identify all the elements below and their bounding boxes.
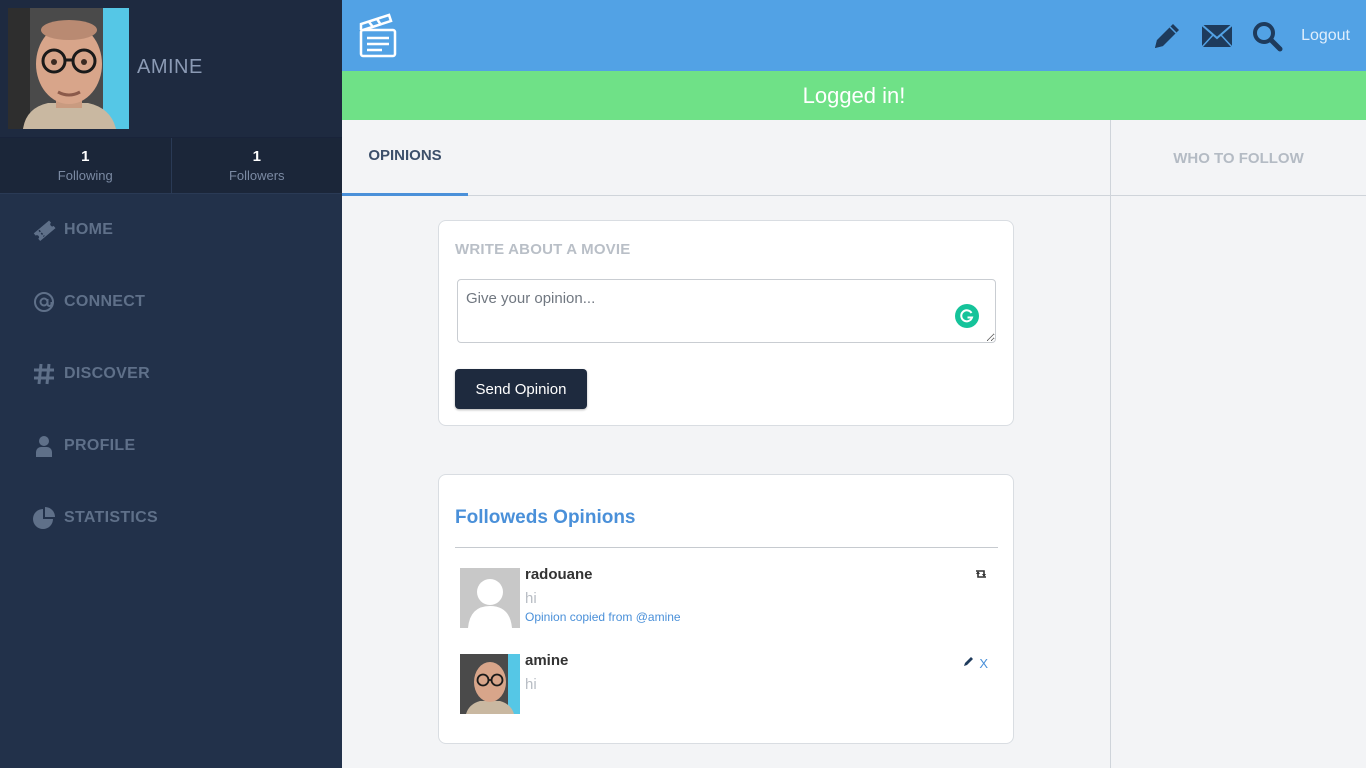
logout-link[interactable]: Logout bbox=[1301, 27, 1350, 45]
sidebar-item-label: DISCOVER bbox=[64, 365, 150, 382]
profile-header: AMINE bbox=[0, 0, 342, 138]
following-label: Following bbox=[57, 168, 113, 183]
following-count: 1 bbox=[81, 148, 90, 165]
grammarly-icon[interactable] bbox=[955, 304, 979, 328]
edit-icon[interactable] bbox=[963, 654, 975, 672]
pie-chart-icon bbox=[32, 506, 56, 530]
avatar[interactable] bbox=[8, 8, 129, 129]
user-icon bbox=[32, 434, 56, 458]
compose-title: WRITE ABOUT A MOVIE bbox=[455, 241, 631, 258]
post-author[interactable]: radouane bbox=[525, 566, 593, 583]
column-divider bbox=[1110, 120, 1111, 768]
compose-card: WRITE ABOUT A MOVIE Send Opinion bbox=[438, 220, 1014, 426]
sidebar-item-label: CONNECT bbox=[64, 293, 146, 310]
topbar: Logout bbox=[342, 0, 1366, 71]
opinion-input[interactable] bbox=[457, 279, 996, 343]
status-banner: Logged in! bbox=[342, 71, 1366, 120]
sidebar-item-statistics[interactable]: STATISTICS bbox=[0, 482, 342, 554]
sidebar: AMINE 1 Following 1 Followers HOME CONNE… bbox=[0, 0, 342, 768]
opinions-tab-bar: OPINIONS bbox=[342, 120, 1110, 196]
pencil-icon[interactable] bbox=[1151, 20, 1183, 52]
ticket-icon bbox=[32, 218, 56, 242]
tab-opinions[interactable]: OPINIONS bbox=[342, 120, 468, 196]
copied-from-note[interactable]: Opinion copied from @amine bbox=[525, 610, 681, 624]
sidebar-item-connect[interactable]: CONNECT bbox=[0, 266, 342, 338]
list-item: amine hi X bbox=[460, 652, 996, 716]
post-actions: X bbox=[963, 654, 988, 672]
delete-button[interactable]: X bbox=[979, 656, 988, 671]
avatar[interactable] bbox=[460, 654, 520, 714]
sidebar-item-discover[interactable]: DISCOVER bbox=[0, 338, 342, 410]
repost-icon[interactable] bbox=[974, 568, 988, 580]
at-icon bbox=[32, 290, 56, 314]
feed-title: Followeds Opinions bbox=[455, 507, 636, 528]
who-to-follow-heading: WHO TO FOLLOW bbox=[1111, 120, 1366, 196]
sidebar-item-profile[interactable]: PROFILE bbox=[0, 410, 342, 482]
post-text: hi bbox=[525, 676, 537, 693]
username: AMINE bbox=[137, 56, 203, 78]
follow-stats: 1 Following 1 Followers bbox=[0, 138, 342, 194]
feed-divider bbox=[455, 547, 998, 548]
followers-stat[interactable]: 1 Followers bbox=[172, 138, 343, 193]
topbar-actions: Logout bbox=[1133, 0, 1350, 71]
send-opinion-button[interactable]: Send Opinion bbox=[455, 369, 587, 409]
sidebar-item-label: HOME bbox=[64, 221, 114, 238]
hash-icon bbox=[32, 362, 56, 386]
followers-count: 1 bbox=[252, 148, 261, 165]
sidebar-item-label: STATISTICS bbox=[64, 509, 158, 526]
following-stat[interactable]: 1 Following bbox=[0, 138, 172, 193]
clapperboard-icon[interactable] bbox=[358, 10, 398, 65]
search-icon[interactable] bbox=[1251, 20, 1283, 52]
feed-card: Followeds Opinions radouane hi Opinion c… bbox=[438, 474, 1014, 744]
sidebar-nav: HOME CONNECT DISCOVER PROFILE STATISTICS bbox=[0, 194, 342, 554]
post-text: hi bbox=[525, 590, 537, 607]
sidebar-item-label: PROFILE bbox=[64, 437, 136, 454]
post-author[interactable]: amine bbox=[525, 652, 568, 669]
avatar[interactable] bbox=[460, 568, 520, 628]
list-item: radouane hi Opinion copied from @amine bbox=[460, 566, 996, 630]
envelope-icon[interactable] bbox=[1201, 23, 1233, 49]
sidebar-item-home[interactable]: HOME bbox=[0, 194, 342, 266]
followers-label: Followers bbox=[228, 168, 285, 183]
